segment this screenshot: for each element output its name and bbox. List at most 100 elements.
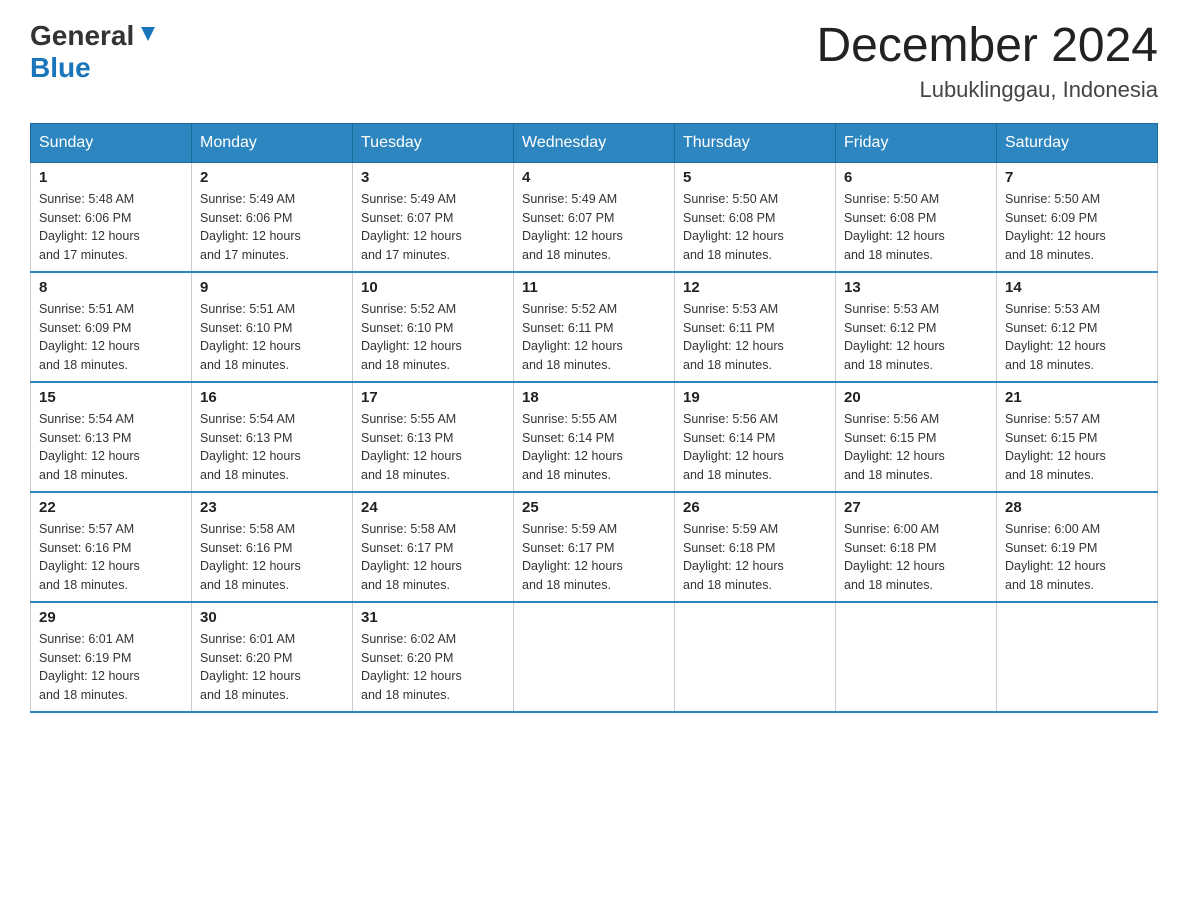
day-info: Sunrise: 5:50 AMSunset: 6:08 PMDaylight:… xyxy=(683,190,827,265)
column-header-saturday: Saturday xyxy=(997,123,1158,162)
day-info: Sunrise: 5:51 AMSunset: 6:09 PMDaylight:… xyxy=(39,300,183,375)
day-number: 21 xyxy=(1005,389,1149,406)
day-number: 24 xyxy=(361,499,505,516)
day-number: 11 xyxy=(522,279,666,296)
logo-blue: Blue xyxy=(30,52,91,83)
day-info: Sunrise: 5:54 AMSunset: 6:13 PMDaylight:… xyxy=(39,410,183,485)
calendar-week-row-4: 22 Sunrise: 5:57 AMSunset: 6:16 PMDayligh… xyxy=(31,492,1158,602)
day-info: Sunrise: 5:53 AMSunset: 6:11 PMDaylight:… xyxy=(683,300,827,375)
calendar-week-row-2: 8Sunrise: 5:51 AMSunset: 6:09 PMDaylight… xyxy=(31,272,1158,382)
day-number: 10 xyxy=(361,279,505,296)
day-info: Sunrise: 6:00 AMSunset: 6:18 PMDaylight:… xyxy=(844,520,988,595)
day-info: Sunrise: 5:50 AMSunset: 6:08 PMDaylight:… xyxy=(844,190,988,265)
day-info: Sunrise: 5:58 AMSunset: 6:17 PMDaylight:… xyxy=(361,520,505,595)
calendar-cell: 30 Sunrise: 6:01 AMSunset: 6:20 PMDayligh… xyxy=(192,602,353,712)
day-info: Sunrise: 5:59 AMSunset: 6:17 PMDaylight:… xyxy=(522,520,666,595)
day-info: Sunrise: 5:49 AMSunset: 6:07 PMDaylight:… xyxy=(361,190,505,265)
calendar-cell xyxy=(836,602,997,712)
day-info: Sunrise: 5:48 AMSunset: 6:06 PMDaylight:… xyxy=(39,190,183,265)
day-number: 16 xyxy=(200,389,344,406)
calendar-cell: 23 Sunrise: 5:58 AMSunset: 6:16 PMDayligh… xyxy=(192,492,353,602)
day-info: Sunrise: 5:59 AMSunset: 6:18 PMDaylight:… xyxy=(683,520,827,595)
day-info: Sunrise: 5:54 AMSunset: 6:13 PMDaylight:… xyxy=(200,410,344,485)
day-number: 7 xyxy=(1005,169,1149,186)
calendar-cell: 1 Sunrise: 5:48 AMSunset: 6:06 PMDaylight… xyxy=(31,162,192,272)
logo-triangle-icon xyxy=(137,23,159,45)
day-info: Sunrise: 6:00 AMSunset: 6:19 PMDaylight:… xyxy=(1005,520,1149,595)
calendar-cell: 8Sunrise: 5:51 AMSunset: 6:09 PMDaylight… xyxy=(31,272,192,382)
day-number: 25 xyxy=(522,499,666,516)
calendar-cell: 21 Sunrise: 5:57 AMSunset: 6:15 PMDayligh… xyxy=(997,382,1158,492)
column-header-thursday: Thursday xyxy=(675,123,836,162)
day-info: Sunrise: 6:01 AMSunset: 6:19 PMDaylight:… xyxy=(39,630,183,705)
calendar-cell: 6Sunrise: 5:50 AMSunset: 6:08 PMDaylight… xyxy=(836,162,997,272)
day-number: 22 xyxy=(39,499,183,516)
calendar-cell: 22 Sunrise: 5:57 AMSunset: 6:16 PMDayligh… xyxy=(31,492,192,602)
day-info: Sunrise: 5:50 AMSunset: 6:09 PMDaylight:… xyxy=(1005,190,1149,265)
day-number: 30 xyxy=(200,609,344,626)
calendar-week-row-3: 15 Sunrise: 5:54 AMSunset: 6:13 PMDayligh… xyxy=(31,382,1158,492)
day-number: 3 xyxy=(361,169,505,186)
day-info: Sunrise: 5:55 AMSunset: 6:14 PMDaylight:… xyxy=(522,410,666,485)
page-header: General Blue December 2024 Lubuklinggau,… xyxy=(30,20,1158,103)
day-number: 18 xyxy=(522,389,666,406)
calendar-cell: 2Sunrise: 5:49 AMSunset: 6:06 PMDaylight… xyxy=(192,162,353,272)
calendar-cell: 28Sunrise: 6:00 AMSunset: 6:19 PMDayligh… xyxy=(997,492,1158,602)
day-info: Sunrise: 5:57 AMSunset: 6:15 PMDaylight:… xyxy=(1005,410,1149,485)
calendar-cell: 12 Sunrise: 5:53 AMSunset: 6:11 PMDayligh… xyxy=(675,272,836,382)
day-info: Sunrise: 6:01 AMSunset: 6:20 PMDaylight:… xyxy=(200,630,344,705)
day-number: 23 xyxy=(200,499,344,516)
day-number: 17 xyxy=(361,389,505,406)
day-number: 12 xyxy=(683,279,827,296)
calendar-cell: 26 Sunrise: 5:59 AMSunset: 6:18 PMDayligh… xyxy=(675,492,836,602)
day-number: 14 xyxy=(1005,279,1149,296)
calendar-cell xyxy=(675,602,836,712)
day-info: Sunrise: 5:53 AMSunset: 6:12 PMDaylight:… xyxy=(844,300,988,375)
day-number: 13 xyxy=(844,279,988,296)
calendar-cell: 5 Sunrise: 5:50 AMSunset: 6:08 PMDaylight… xyxy=(675,162,836,272)
day-number: 15 xyxy=(39,389,183,406)
calendar-cell: 18 Sunrise: 5:55 AMSunset: 6:14 PMDayligh… xyxy=(514,382,675,492)
calendar-cell: 20 Sunrise: 5:56 AMSunset: 6:15 PMDayligh… xyxy=(836,382,997,492)
calendar-cell: 10 Sunrise: 5:52 AMSunset: 6:10 PMDayligh… xyxy=(353,272,514,382)
column-header-monday: Monday xyxy=(192,123,353,162)
calendar-header-row: SundayMondayTuesdayWednesdayThursdayFrid… xyxy=(31,123,1158,162)
column-header-sunday: Sunday xyxy=(31,123,192,162)
calendar-cell xyxy=(514,602,675,712)
day-info: Sunrise: 5:58 AMSunset: 6:16 PMDaylight:… xyxy=(200,520,344,595)
title-area: December 2024 Lubuklinggau, Indonesia xyxy=(816,20,1158,103)
day-info: Sunrise: 5:49 AMSunset: 6:07 PMDaylight:… xyxy=(522,190,666,265)
calendar-cell: 4 Sunrise: 5:49 AMSunset: 6:07 PMDaylight… xyxy=(514,162,675,272)
day-number: 26 xyxy=(683,499,827,516)
day-number: 31 xyxy=(361,609,505,626)
day-number: 4 xyxy=(522,169,666,186)
calendar-cell: 15 Sunrise: 5:54 AMSunset: 6:13 PMDayligh… xyxy=(31,382,192,492)
day-info: Sunrise: 5:52 AMSunset: 6:10 PMDaylight:… xyxy=(361,300,505,375)
calendar-cell: 31 Sunrise: 6:02 AMSunset: 6:20 PMDayligh… xyxy=(353,602,514,712)
day-info: Sunrise: 6:02 AMSunset: 6:20 PMDaylight:… xyxy=(361,630,505,705)
day-number: 1 xyxy=(39,169,183,186)
day-info: Sunrise: 5:52 AMSunset: 6:11 PMDaylight:… xyxy=(522,300,666,375)
calendar-table: SundayMondayTuesdayWednesdayThursdayFrid… xyxy=(30,123,1158,713)
calendar-cell: 19Sunrise: 5:56 AMSunset: 6:14 PMDayligh… xyxy=(675,382,836,492)
day-info: Sunrise: 5:53 AMSunset: 6:12 PMDaylight:… xyxy=(1005,300,1149,375)
calendar-cell: 17 Sunrise: 5:55 AMSunset: 6:13 PMDayligh… xyxy=(353,382,514,492)
day-info: Sunrise: 5:55 AMSunset: 6:13 PMDaylight:… xyxy=(361,410,505,485)
day-number: 5 xyxy=(683,169,827,186)
month-year-title: December 2024 xyxy=(816,20,1158,73)
calendar-week-row-5: 29Sunrise: 6:01 AMSunset: 6:19 PMDayligh… xyxy=(31,602,1158,712)
day-number: 20 xyxy=(844,389,988,406)
day-info: Sunrise: 5:49 AMSunset: 6:06 PMDaylight:… xyxy=(200,190,344,265)
calendar-cell xyxy=(997,602,1158,712)
calendar-cell: 16 Sunrise: 5:54 AMSunset: 6:13 PMDayligh… xyxy=(192,382,353,492)
calendar-cell: 11 Sunrise: 5:52 AMSunset: 6:11 PMDayligh… xyxy=(514,272,675,382)
day-info: Sunrise: 5:57 AMSunset: 6:16 PMDaylight:… xyxy=(39,520,183,595)
day-number: 19 xyxy=(683,389,827,406)
day-info: Sunrise: 5:51 AMSunset: 6:10 PMDaylight:… xyxy=(200,300,344,375)
calendar-cell: 9 Sunrise: 5:51 AMSunset: 6:10 PMDaylight… xyxy=(192,272,353,382)
location-subtitle: Lubuklinggau, Indonesia xyxy=(816,77,1158,103)
day-number: 9 xyxy=(200,279,344,296)
calendar-cell: 25 Sunrise: 5:59 AMSunset: 6:17 PMDayligh… xyxy=(514,492,675,602)
calendar-cell: 7 Sunrise: 5:50 AMSunset: 6:09 PMDaylight… xyxy=(997,162,1158,272)
day-info: Sunrise: 5:56 AMSunset: 6:15 PMDaylight:… xyxy=(844,410,988,485)
